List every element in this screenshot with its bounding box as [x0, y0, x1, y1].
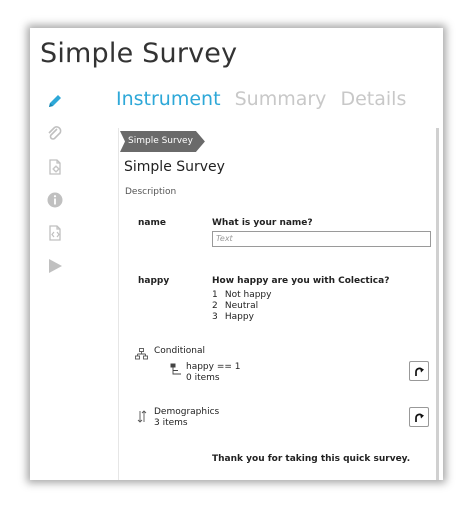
- info-icon[interactable]: [45, 190, 65, 210]
- question-happy-text: How happy are you with Colectica?: [212, 276, 390, 286]
- scrollbar[interactable]: [436, 128, 439, 480]
- demographics-group[interactable]: Demographics 3 items: [154, 407, 219, 429]
- branch-icon: [170, 361, 182, 380]
- play-icon[interactable]: [45, 256, 65, 276]
- redo-icon: [415, 413, 424, 422]
- app-window: Simple Survey Instrument Summary Details…: [30, 28, 443, 480]
- pencil-icon[interactable]: [45, 91, 65, 111]
- question-name-text: What is your name?: [212, 218, 313, 228]
- paperclip-icon[interactable]: [45, 124, 65, 144]
- list-item: 1 Not happy: [212, 290, 272, 300]
- list-item: 2 Neutral: [212, 301, 259, 311]
- tab-details[interactable]: Details: [340, 88, 406, 110]
- breadcrumb[interactable]: Simple Survey: [120, 131, 205, 152]
- question-happy-id: happy: [138, 276, 170, 286]
- sequence-icon: [136, 408, 148, 427]
- conditional-label[interactable]: Conditional: [154, 346, 205, 357]
- question-name-id: name: [138, 218, 166, 228]
- tab-instrument[interactable]: Instrument: [116, 88, 221, 110]
- redo-icon: [415, 367, 424, 376]
- branch-condition[interactable]: happy == 1 0 items: [186, 362, 241, 384]
- tab-bar: Instrument Summary Details: [116, 88, 414, 110]
- redo-button[interactable]: [409, 361, 429, 381]
- name-text-input[interactable]: Text: [212, 231, 431, 247]
- redo-button[interactable]: [409, 407, 429, 427]
- conditional-icon: [135, 346, 148, 365]
- survey-title: Simple Survey: [124, 159, 225, 175]
- panel-divider: [118, 128, 119, 480]
- description-label[interactable]: Description: [125, 187, 176, 197]
- page-title: Simple Survey: [40, 38, 238, 69]
- document-code-icon[interactable]: [45, 223, 65, 243]
- closing-statement: Thank you for taking this quick survey.: [212, 454, 411, 464]
- list-item: 3 Happy: [212, 312, 254, 322]
- document-gear-icon[interactable]: [45, 157, 65, 177]
- happy-options: 1 Not happy 2 Neutral 3 Happy: [212, 290, 271, 323]
- tab-summary[interactable]: Summary: [235, 88, 327, 110]
